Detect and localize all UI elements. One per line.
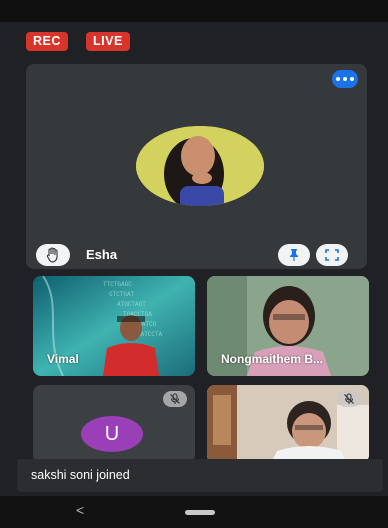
participant-tile-vimal[interactable]: TTCTGAGC GTCTGAT ATGCTAGT TGACCTGA CTGAT… [33,276,195,376]
mic-off-icon [337,391,361,407]
svg-text:ATGCTAGT: ATGCTAGT [117,301,146,308]
participant-tile-nongmaithem[interactable]: Nongmaithem B... [207,276,369,376]
svg-text:GTCTGAT: GTCTGAT [109,291,135,298]
system-nav-bar: < [0,496,388,528]
svg-text:TTCTGAGC: TTCTGAGC [103,281,132,288]
back-icon[interactable]: < [76,502,84,518]
participant-photo [136,126,264,206]
join-notification: sakshi soni joined [17,459,383,492]
meeting-screen: REC LIVE Esha TTCTGAGC GTCTGAT ATGCTAGT … [0,0,388,528]
live-badge: LIVE [86,32,130,51]
pin-icon[interactable] [278,244,310,266]
participant-tile-video[interactable] [207,385,369,463]
home-pill-icon[interactable] [185,510,215,515]
main-participant-name: Esha [86,247,118,262]
rec-badge: REC [26,32,68,51]
more-icon[interactable] [332,70,358,88]
avatar: U [81,416,143,452]
participant-name-nongmaithem: Nongmaithem B... [221,352,324,366]
fullscreen-icon[interactable] [316,244,348,266]
mic-off-icon [163,391,187,407]
participant-tile-u[interactable]: U [33,385,195,463]
participant-name-vimal: Vimal [47,352,79,366]
raise-hand-icon[interactable] [36,244,70,266]
status-bar [0,0,388,22]
main-participant-tile[interactable]: Esha [26,64,367,269]
